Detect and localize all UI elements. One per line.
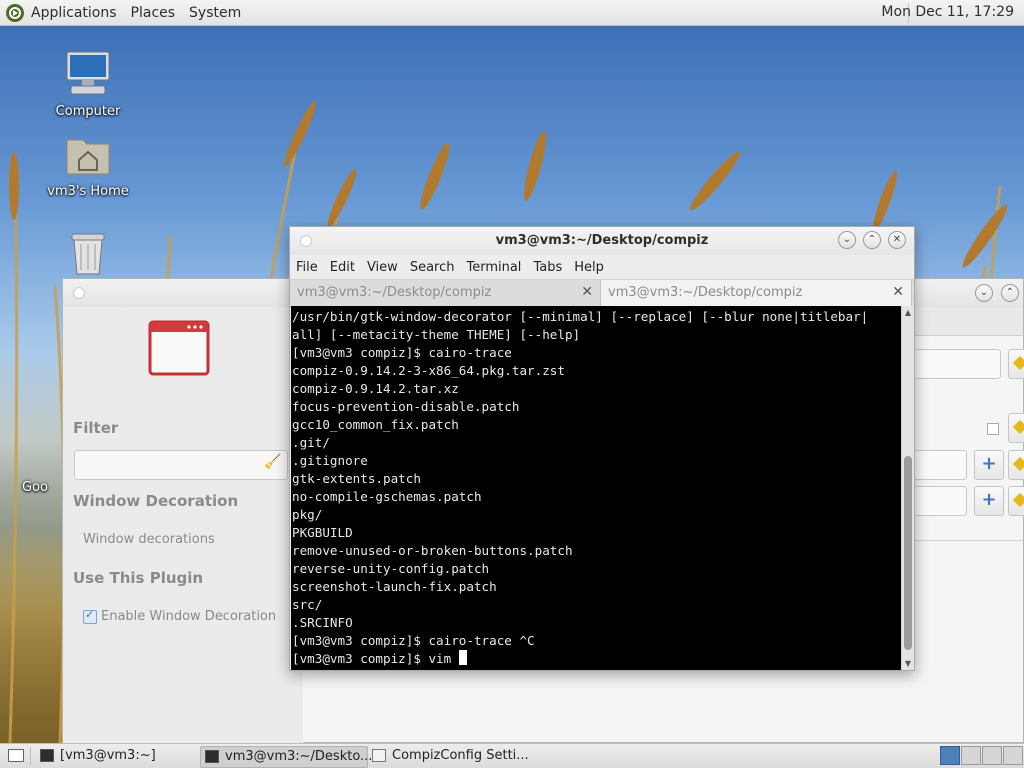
add-match-button[interactable]: + (974, 486, 1004, 516)
terminal-titlebar[interactable]: vm3@vm3:~/Desktop/compiz ⌄ ⌃ ✕ (290, 227, 914, 255)
use-plugin-heading: Use This Plugin (73, 569, 204, 587)
reset-setting-button[interactable] (1008, 349, 1024, 379)
close-tab-icon[interactable]: ✕ (581, 284, 593, 300)
taskbar-item-ccsm[interactable]: CompizConfig Setti... (368, 746, 552, 766)
workspace-1[interactable] (940, 746, 960, 765)
menu-system[interactable]: System (189, 5, 241, 21)
workspace-4[interactable] (1003, 746, 1023, 765)
show-desktop-icon[interactable] (8, 749, 24, 762)
menu-search[interactable]: Search (410, 260, 455, 275)
terminal-text: /usr/bin/gtk-window-decorator [--minimal… (292, 309, 869, 666)
scroll-down-icon[interactable]: ▼ (904, 659, 912, 668)
terminal-icon (205, 750, 219, 763)
minimize-button[interactable]: ⌄ (975, 284, 993, 302)
filter-heading: Filter (73, 419, 119, 437)
bottom-panel: [vm3@vm3:~] vm3@vm3:~/Deskto... CompizCo… (0, 743, 1024, 768)
menu-places[interactable]: Places (131, 5, 176, 21)
terminal-cursor (458, 650, 467, 665)
reset-setting-button[interactable] (1008, 413, 1024, 443)
panel-separator (30, 747, 31, 765)
filter-input[interactable] (74, 450, 288, 480)
setting-checkbox[interactable] (987, 423, 999, 435)
desktop-icon-trash[interactable] (45, 230, 131, 282)
menu-view[interactable]: View (367, 260, 398, 275)
task-label: vm3@vm3:~/Deskto... (225, 749, 373, 764)
trash-icon (71, 233, 105, 275)
desktop-icon-label: vm3's Home (47, 184, 129, 199)
plugin-heading: Window Decoration (73, 492, 239, 510)
computer-icon (66, 51, 110, 95)
window-decoration-plugin-icon (148, 320, 210, 376)
reset-setting-button[interactable] (1008, 450, 1024, 480)
terminal-window: vm3@vm3:~/Desktop/compiz ⌄ ⌃ ✕ File Edit… (289, 226, 915, 671)
plugin-description: Window decorations (83, 532, 215, 547)
panel-clock[interactable]: Mon Dec 11, 17:29 (881, 4, 1014, 20)
menu-terminal[interactable]: Terminal (466, 260, 521, 275)
terminal-output[interactable]: /usr/bin/gtk-window-decorator [--minimal… (291, 306, 902, 670)
setting-entry[interactable] (913, 349, 1001, 379)
home-folder-icon (66, 139, 110, 175)
enable-plugin-checkbox[interactable] (83, 608, 97, 624)
setting-entry[interactable] (913, 450, 967, 480)
terminal-scrollbar[interactable]: ▲ ▼ (901, 306, 914, 670)
settings-icon (372, 749, 386, 762)
terminal-title: vm3@vm3:~/Desktop/compiz (495, 233, 709, 248)
close-tab-icon[interactable]: ✕ (892, 284, 904, 300)
task-label: [vm3@vm3:~] (60, 748, 156, 763)
terminal-tab-1[interactable]: vm3@vm3:~/Desktop/compiz ✕ (290, 280, 601, 306)
close-button[interactable]: ✕ (888, 231, 906, 249)
top-panel: Applications Places System Mon Dec 11, 1… (0, 0, 1024, 26)
task-label: CompizConfig Setti... (392, 748, 529, 763)
menu-edit[interactable]: Edit (330, 260, 355, 275)
reset-setting-button[interactable] (1008, 486, 1024, 516)
desktop-partial-label: Goo (22, 480, 48, 495)
terminal-tab-2[interactable]: vm3@vm3:~/Desktop/compiz ✕ (601, 280, 912, 306)
menu-help[interactable]: Help (574, 260, 604, 275)
ccsm-sidebar: Filter 🧹 Window Decoration Window decora… (63, 307, 304, 743)
divider (913, 540, 1023, 541)
menu-tabs[interactable]: Tabs (533, 260, 562, 275)
terminal-icon (40, 749, 54, 762)
desktop-icon-label: Computer (55, 104, 121, 119)
workspace-3[interactable] (982, 746, 1002, 765)
setting-entry[interactable] (913, 486, 967, 516)
workspace-2[interactable] (961, 746, 981, 765)
taskbar-item-terminal-compiz[interactable]: vm3@vm3:~/Deskto... (200, 746, 372, 768)
menu-file[interactable]: File (296, 260, 318, 275)
scroll-up-icon[interactable]: ▲ (904, 308, 912, 317)
desktop-icon-home[interactable]: vm3's Home (45, 130, 131, 199)
menu-applications[interactable]: Applications (31, 5, 117, 21)
tab-label: vm3@vm3:~/Desktop/compiz (608, 285, 803, 300)
maximize-button[interactable]: ⌃ (863, 231, 881, 249)
minimize-button[interactable]: ⌄ (838, 231, 856, 249)
terminal-menubar: File Edit View Search Terminal Tabs Help (290, 255, 914, 279)
window-menu-dot[interactable] (73, 287, 85, 299)
taskbar-item-terminal-home[interactable]: [vm3@vm3:~] (36, 746, 220, 766)
maximize-button[interactable]: ⌃ (1001, 284, 1019, 302)
scrollbar-thumb[interactable] (904, 456, 912, 650)
tab-label: vm3@vm3:~/Desktop/compiz (297, 285, 492, 300)
add-match-button[interactable]: + (974, 450, 1004, 480)
terminal-tabbar: vm3@vm3:~/Desktop/compiz ✕ vm3@vm3:~/Des… (290, 279, 914, 307)
enable-plugin-label[interactable]: Enable Window Decoration (101, 609, 276, 624)
desktop-icon-computer[interactable]: Computer (45, 48, 131, 119)
distro-logo-icon[interactable] (5, 3, 25, 23)
